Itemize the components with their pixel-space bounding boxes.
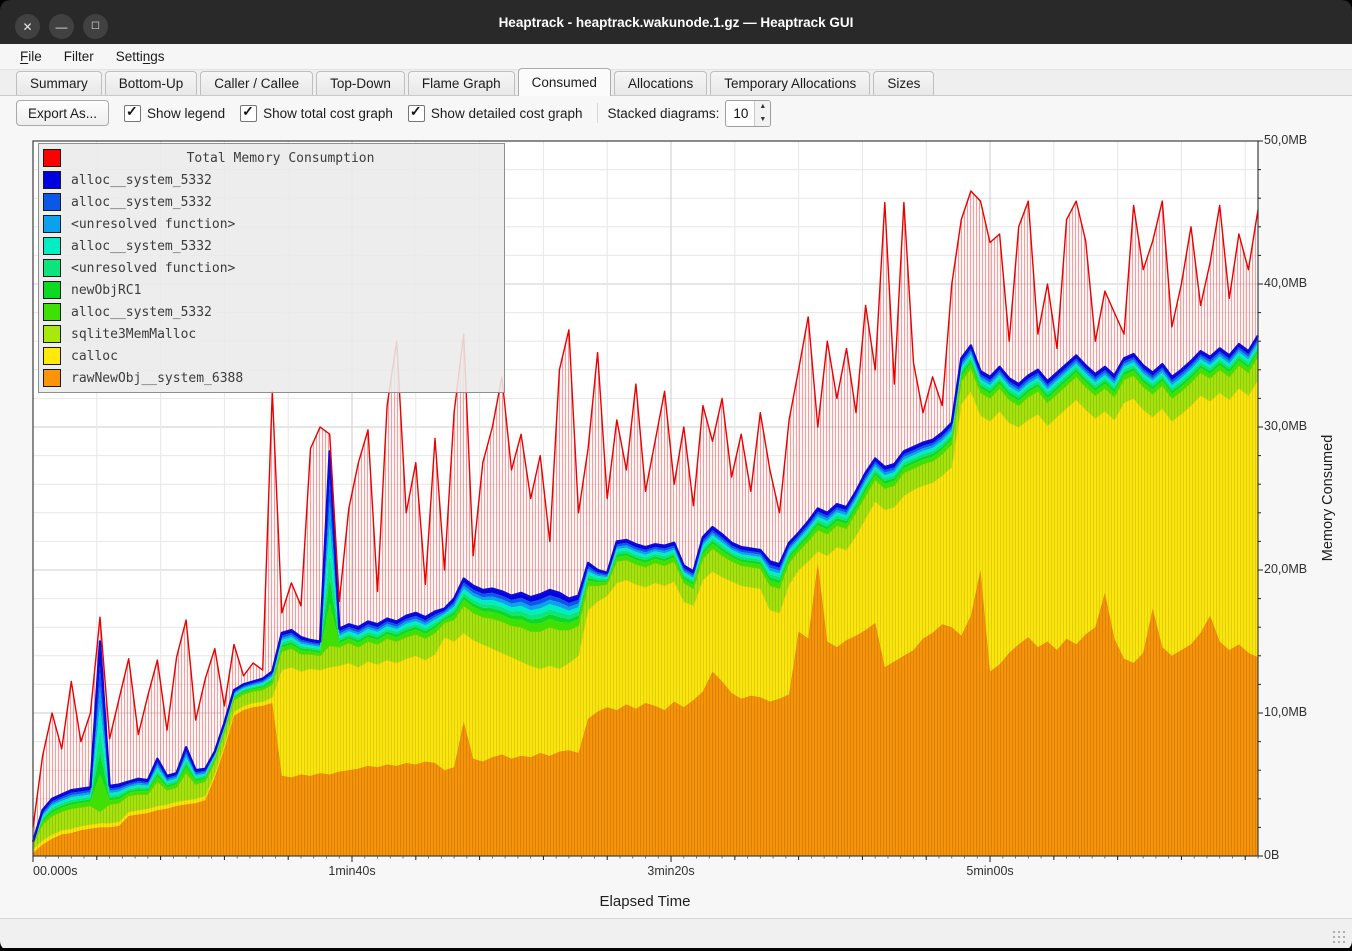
legend-swatch-icon — [43, 369, 61, 387]
chart-legend: Total Memory Consumption alloc__system_53… — [38, 143, 505, 393]
tab-consumed[interactable]: Consumed — [518, 68, 611, 96]
tab-flame-graph[interactable]: Flame Graph — [408, 71, 515, 95]
legend-row: <unresolved function> — [43, 213, 500, 235]
legend-swatch-icon — [43, 347, 61, 365]
y-axis-tick-label: 40,0MB — [1264, 276, 1307, 290]
legend-swatch-icon — [43, 237, 61, 255]
checkbox-label: Show total cost graph — [263, 106, 393, 121]
spin-up-icon[interactable]: ▲ — [755, 101, 770, 114]
menu-filter[interactable]: Filter — [64, 49, 94, 64]
checkbox-icon[interactable]: ✓ — [240, 105, 257, 122]
tab-bottom-up[interactable]: Bottom-Up — [105, 71, 198, 95]
legend-row: calloc — [43, 345, 500, 367]
maximize-button[interactable]: ☐ — [83, 14, 108, 39]
tab-caller-callee[interactable]: Caller / Callee — [200, 71, 313, 95]
checkbox-label: Show detailed cost graph — [431, 106, 583, 121]
legend-row: <unresolved function> — [43, 257, 500, 279]
y-axis-tick-label: 10,0MB — [1264, 705, 1307, 719]
checkbox-label: Show legend — [147, 106, 225, 121]
menu-bar: File Filter Settings — [0, 44, 1352, 70]
legend-label: newObjRC1 — [71, 283, 141, 298]
legend-swatch-icon — [43, 281, 61, 299]
tab-summary[interactable]: Summary — [16, 71, 102, 95]
legend-label: <unresolved function> — [71, 217, 235, 232]
legend-swatch-icon — [43, 149, 61, 167]
checkbox-icon[interactable]: ✓ — [408, 105, 425, 122]
legend-label: <unresolved function> — [71, 261, 235, 276]
y-axis-tick-label: 20,0MB — [1264, 562, 1307, 576]
title-bar[interactable]: Heaptrack - heaptrack.wakunode.1.gz — He… — [0, 0, 1352, 44]
tab-top-down[interactable]: Top-Down — [316, 71, 405, 95]
x-axis-tick-label: 00.000s — [33, 864, 77, 878]
legend-row: alloc__system_5332 — [43, 235, 500, 257]
legend-label: rawNewObj__system_6388 — [71, 371, 243, 386]
window-title: Heaptrack - heaptrack.wakunode.1.gz — He… — [0, 0, 1352, 44]
close-button[interactable]: ✕ — [15, 14, 40, 39]
legend-label: alloc__system_5332 — [71, 305, 212, 320]
heaptrack-window: Heaptrack - heaptrack.wakunode.1.gz — He… — [0, 0, 1352, 951]
legend-label: alloc__system_5332 — [71, 173, 212, 188]
y-axis-tick-label: 0B — [1264, 848, 1279, 862]
y-axis-title: Memory Consumed — [1320, 435, 1336, 562]
y-axis-tick-label: 50,0MB — [1264, 133, 1307, 147]
legend-row: sqlite3MemMalloc — [43, 323, 500, 345]
legend-label: alloc__system_5332 — [71, 195, 212, 210]
checkbox-show-legend[interactable]: ✓ Show legend — [124, 105, 225, 122]
x-axis-title: Elapsed Time — [600, 893, 691, 910]
toolbar: Export As... ✓ Show legend ✓ Show total cos… — [0, 96, 1352, 130]
legend-swatch-icon — [43, 303, 61, 321]
x-axis-tick-label: 3min20s — [647, 864, 694, 878]
tab-sizes[interactable]: Sizes — [873, 71, 934, 95]
stacked-diagrams-value[interactable]: 10 — [726, 101, 754, 126]
legend-title: Total Memory Consumption — [61, 151, 500, 166]
legend-label: calloc — [71, 349, 118, 364]
checkbox-show-total-cost-graph[interactable]: ✓ Show total cost graph — [240, 105, 393, 122]
x-axis-tick-label: 1min40s — [328, 864, 375, 878]
legend-label: sqlite3MemMalloc — [71, 327, 196, 342]
legend-swatch-icon — [43, 325, 61, 343]
legend-row: rawNewObj__system_6388 — [43, 367, 500, 389]
spin-down-icon[interactable]: ▼ — [755, 113, 770, 126]
checkbox-show-detailed-cost-graph[interactable]: ✓ Show detailed cost graph — [408, 105, 583, 122]
y-axis-tick-label: 30,0MB — [1264, 419, 1307, 433]
menu-settings[interactable]: Settings — [116, 49, 165, 64]
export-as-button[interactable]: Export As... — [16, 100, 109, 126]
minimize-button[interactable]: — — [49, 14, 74, 39]
legend-swatch-icon — [43, 259, 61, 277]
consumed-chart-area: Total Memory Consumption alloc__system_53… — [0, 130, 1352, 918]
legend-swatch-icon — [43, 215, 61, 233]
x-axis-tick-label: 5min00s — [966, 864, 1013, 878]
legend-row: alloc__system_5332 — [43, 169, 500, 191]
legend-row: alloc__system_5332 — [43, 301, 500, 323]
close-icon: ✕ — [22, 21, 32, 33]
tab-bar: SummaryBottom-UpCaller / CalleeTop-DownF… — [0, 70, 1352, 96]
menu-file[interactable]: File — [20, 49, 42, 64]
tab-temporary-allocations[interactable]: Temporary Allocations — [710, 71, 870, 95]
status-bar — [0, 918, 1352, 948]
legend-label: alloc__system_5332 — [71, 239, 212, 254]
legend-swatch-icon — [43, 193, 61, 211]
stacked-diagrams-spinbox[interactable]: 10 ▲ ▼ — [725, 100, 771, 127]
legend-row: Total Memory Consumption — [43, 147, 500, 169]
legend-swatch-icon — [43, 171, 61, 189]
legend-row: newObjRC1 — [43, 279, 500, 301]
resize-grip-icon[interactable] — [1332, 930, 1346, 944]
toolbar-separator — [597, 103, 598, 123]
maximize-icon: ☐ — [91, 22, 100, 32]
minimize-icon: — — [56, 21, 68, 33]
checkbox-icon[interactable]: ✓ — [124, 105, 141, 122]
tab-allocations[interactable]: Allocations — [614, 71, 707, 95]
legend-row: alloc__system_5332 — [43, 191, 500, 213]
stacked-diagrams-label: Stacked diagrams: — [608, 106, 720, 121]
